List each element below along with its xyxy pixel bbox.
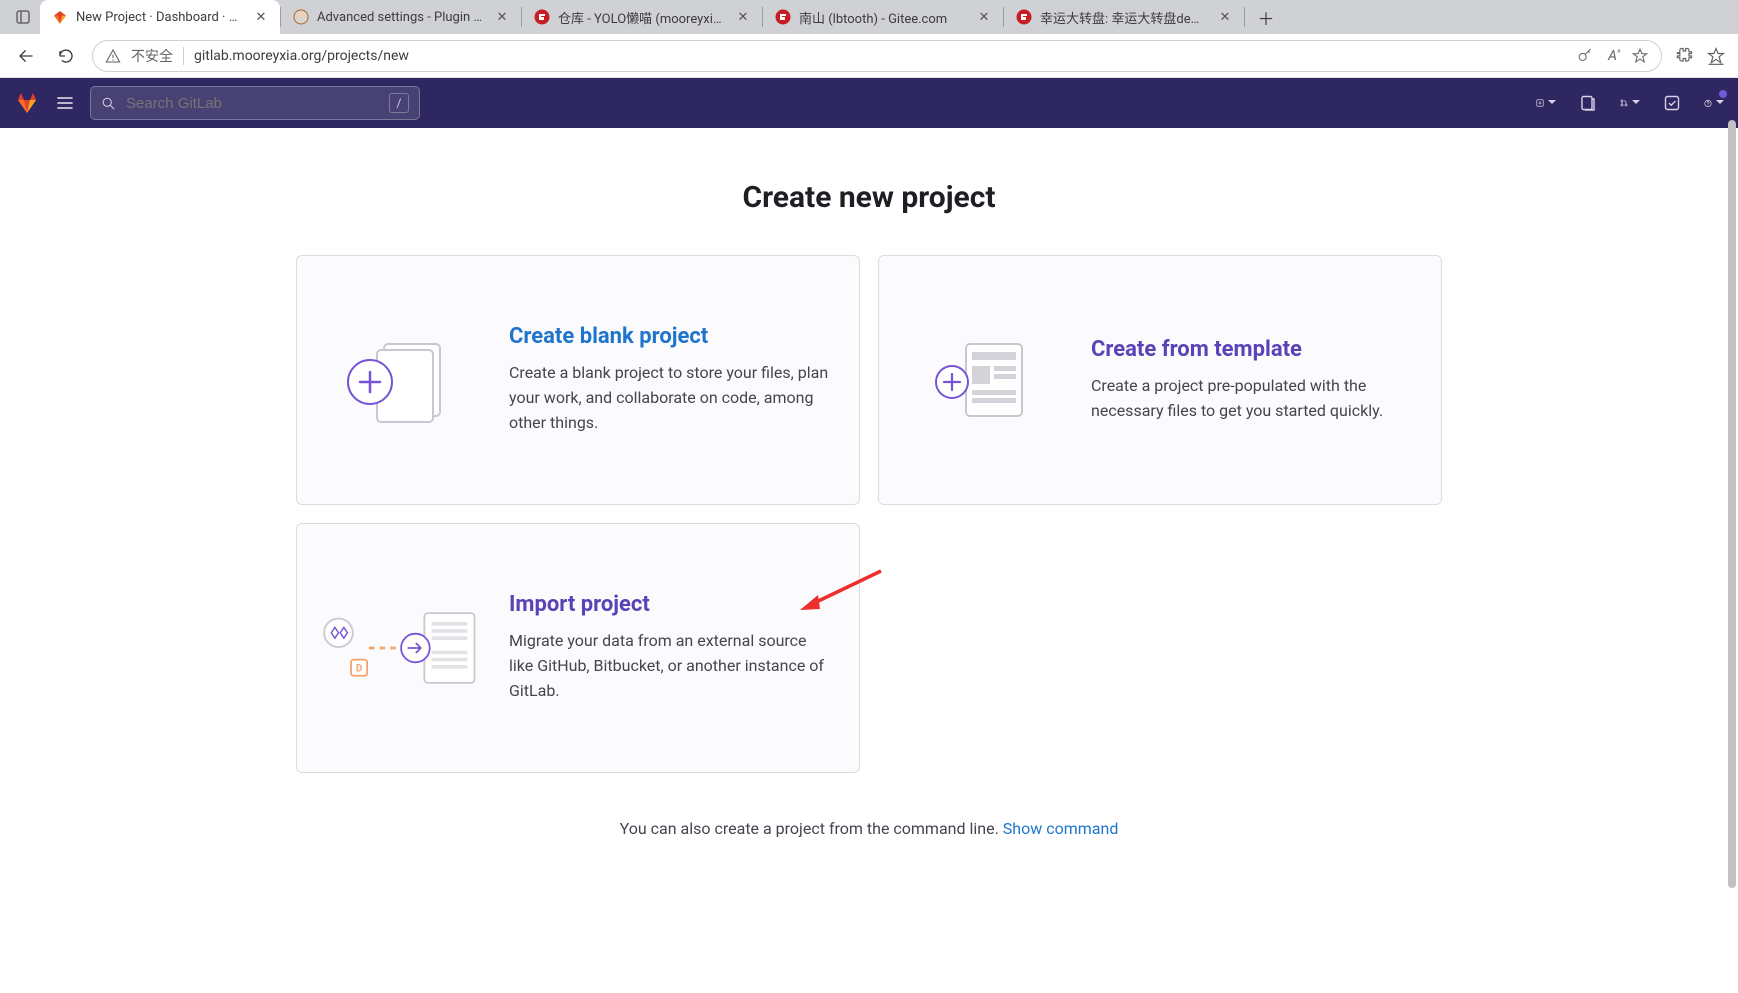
arrow-left-icon xyxy=(17,47,35,65)
card-heading: Create blank project xyxy=(509,324,831,349)
tab-strip: New Project · Dashboard · GitLab ✕ Advan… xyxy=(0,0,1738,34)
import-illustration: D xyxy=(317,593,487,703)
extensions-icon[interactable] xyxy=(1674,46,1694,66)
scrollbar-thumb[interactable] xyxy=(1728,120,1736,888)
todo-icon xyxy=(1664,95,1680,111)
footer-text: You can also create a project from the c… xyxy=(620,819,1003,838)
tab-close-button[interactable]: ✕ xyxy=(734,8,752,26)
browser-toolbar: 不安全 gitlab.mooreyxia.org/projects/new A» xyxy=(0,34,1738,78)
favicon-jenkins-icon xyxy=(293,9,309,25)
tab-close-button[interactable]: ✕ xyxy=(1216,8,1234,26)
import-project-card[interactable]: D Import project Migrate your data from … xyxy=(296,523,860,773)
issues-button[interactable] xyxy=(1578,93,1598,113)
back-button[interactable] xyxy=(12,42,40,70)
tab-title: Advanced settings - Plugin Mana xyxy=(317,10,485,25)
new-tab-button[interactable]: ＋ xyxy=(1251,2,1281,32)
browser-tab-gitlab-new-project[interactable]: New Project · Dashboard · GitLab ✕ xyxy=(40,0,280,34)
favicon-gitee-icon xyxy=(534,9,550,25)
project-options-grid: Create blank project Create a blank proj… xyxy=(296,255,1442,773)
tab-title: New Project · Dashboard · GitLab xyxy=(76,10,244,25)
tab-close-button[interactable]: ✕ xyxy=(975,8,993,26)
show-command-link[interactable]: Show command xyxy=(1003,819,1119,838)
search-icon xyxy=(101,96,116,111)
password-key-icon[interactable] xyxy=(1577,47,1594,64)
create-new-dropdown[interactable] xyxy=(1536,93,1556,113)
favorite-star-icon[interactable] xyxy=(1631,47,1649,65)
address-bar[interactable]: 不安全 gitlab.mooreyxia.org/projects/new A» xyxy=(92,40,1662,72)
scrollbar[interactable] xyxy=(1728,120,1736,993)
collections-icon[interactable] xyxy=(1706,46,1726,66)
help-notification-dot xyxy=(1719,90,1727,98)
gitlab-top-nav: / xyxy=(0,78,1738,128)
tab-overview-icon xyxy=(15,9,31,25)
tab-overview-button[interactable] xyxy=(6,0,40,34)
gitlab-nav-right xyxy=(1536,93,1724,113)
reload-icon xyxy=(57,47,75,65)
hamburger-icon xyxy=(56,94,74,112)
search-shortcut-hint: / xyxy=(389,93,409,113)
page-content: Create new project Create blank project … xyxy=(0,128,1738,993)
create-from-template-card[interactable]: Create from template Create a project pr… xyxy=(878,255,1442,505)
tab-close-button[interactable]: ✕ xyxy=(493,8,511,26)
favicon-gitee-icon xyxy=(1016,9,1032,25)
help-dropdown[interactable] xyxy=(1704,93,1724,113)
issues-icon xyxy=(1580,95,1596,111)
page-title: Create new project xyxy=(742,180,995,215)
read-aloud-icon[interactable]: A» xyxy=(1608,48,1617,64)
card-heading: Create from template xyxy=(1091,337,1413,362)
tab-title: 南山 (lbtooth) - Gitee.com xyxy=(799,8,967,27)
template-illustration xyxy=(899,330,1069,430)
browser-tab-gitee-repo[interactable]: 仓库 - YOLO懒喵 (mooreyxia) - G ✕ xyxy=(522,0,762,34)
card-description: Migrate your data from an external sourc… xyxy=(509,629,831,703)
svg-text:D: D xyxy=(356,663,362,674)
merge-requests-dropdown[interactable] xyxy=(1620,93,1640,113)
gitlab-logo-icon[interactable] xyxy=(14,90,40,116)
nav-hamburger-button[interactable] xyxy=(52,90,78,116)
insecure-icon xyxy=(105,48,121,64)
favicon-gitlab-icon xyxy=(52,9,68,25)
tab-close-button[interactable]: ✕ xyxy=(252,8,270,26)
tab-title: 幸运大转盘: 幸运大转盘demo xyxy=(1040,8,1208,27)
plus-square-icon xyxy=(1536,95,1544,111)
browser-tab-jenkins-plugin[interactable]: Advanced settings - Plugin Mana ✕ xyxy=(281,0,521,34)
gitlab-search-box[interactable]: / xyxy=(90,86,420,120)
url-text: gitlab.mooreyxia.org/projects/new xyxy=(194,48,1567,64)
create-blank-project-card[interactable]: Create blank project Create a blank proj… xyxy=(296,255,860,505)
card-description: Create a blank project to store your fil… xyxy=(509,361,831,435)
card-heading: Import project xyxy=(509,592,831,617)
card-description: Create a project pre-populated with the … xyxy=(1091,374,1413,424)
footer-command-line-hint: You can also create a project from the c… xyxy=(620,819,1119,838)
merge-request-icon xyxy=(1620,95,1628,111)
favicon-gitee-icon xyxy=(775,9,791,25)
search-input[interactable] xyxy=(126,95,379,112)
blank-project-illustration xyxy=(317,330,487,430)
tab-title: 仓库 - YOLO懒喵 (mooreyxia) - G xyxy=(558,8,726,27)
browser-tab-gitee-nanshan[interactable]: 南山 (lbtooth) - Gitee.com ✕ xyxy=(763,0,1003,34)
security-label: 不安全 xyxy=(131,46,173,66)
browser-tab-gitee-lucky-wheel[interactable]: 幸运大转盘: 幸运大转盘demo ✕ xyxy=(1004,0,1244,34)
browser-chrome: New Project · Dashboard · GitLab ✕ Advan… xyxy=(0,0,1738,78)
help-icon xyxy=(1704,95,1712,112)
todos-button[interactable] xyxy=(1662,93,1682,113)
reload-button[interactable] xyxy=(52,42,80,70)
